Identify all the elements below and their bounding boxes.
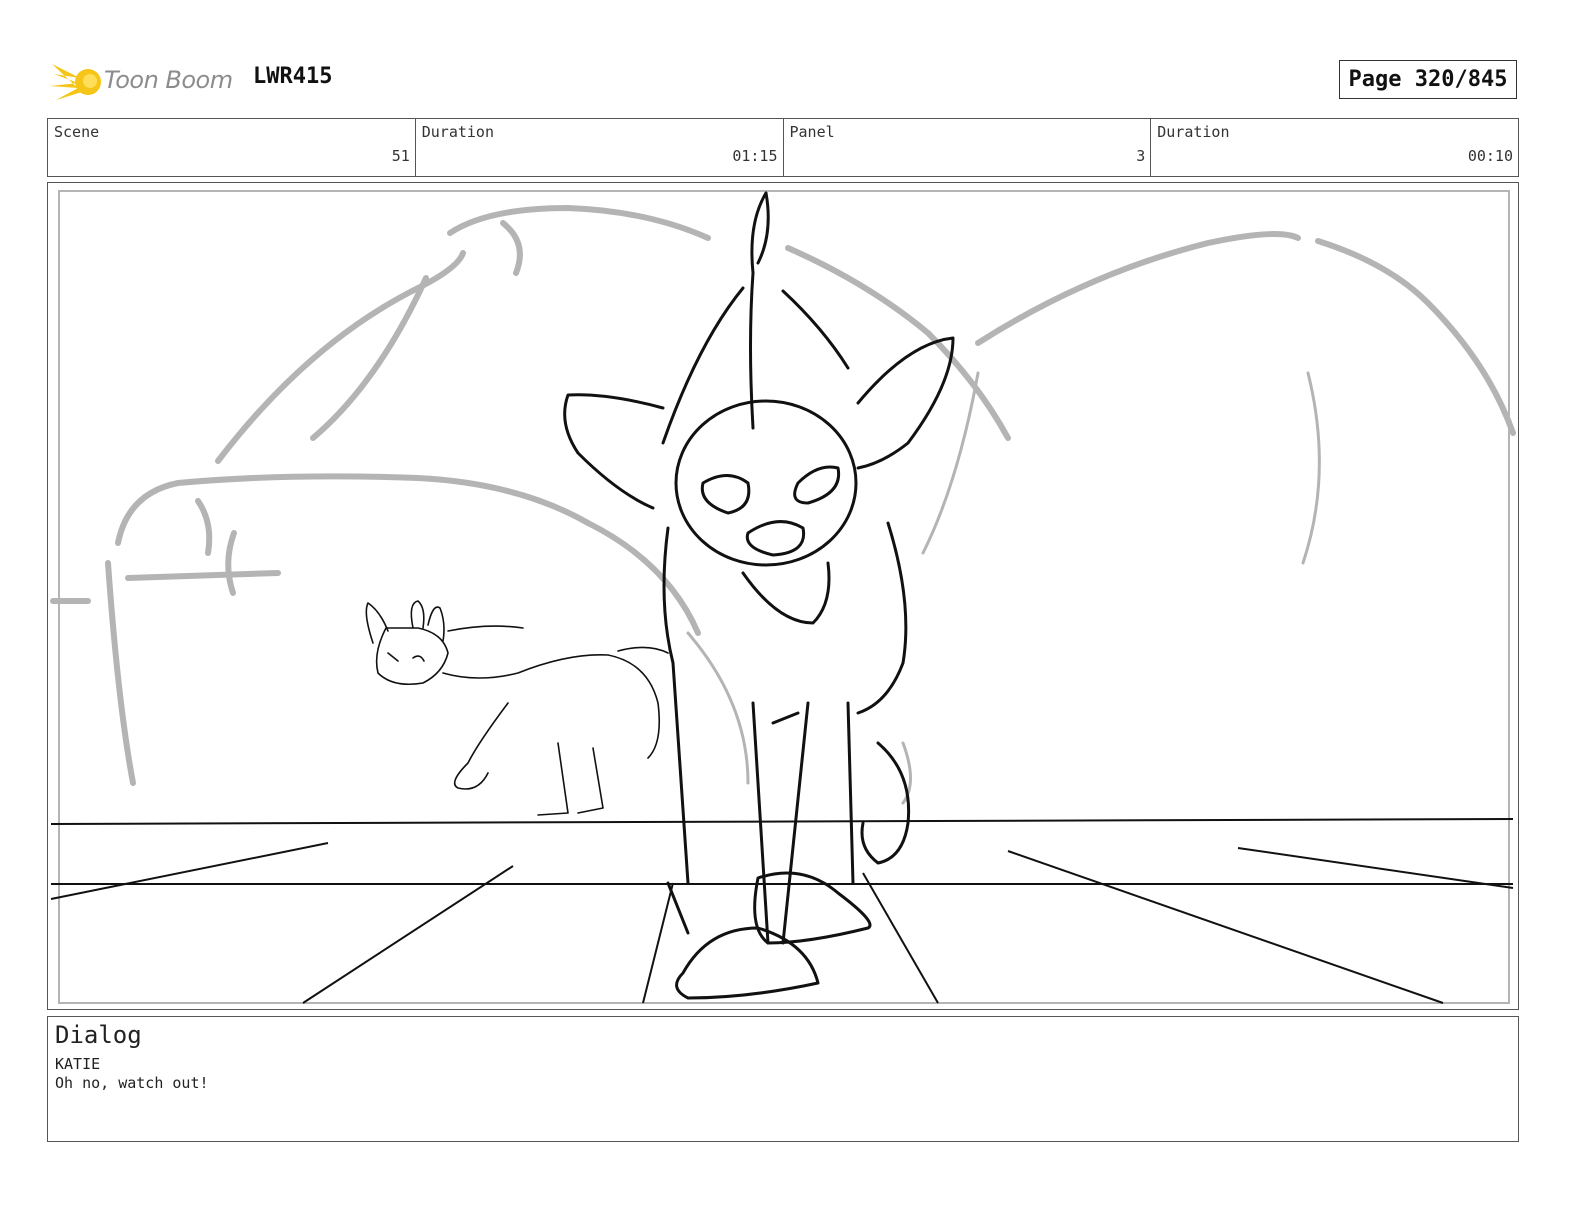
scene-info-row: Scene 51 Duration 01:15 Panel 3 Duration…: [47, 118, 1519, 177]
panel-sketch-image: [50, 190, 1516, 1004]
dialog-section: Dialog KATIE Oh no, watch out!: [47, 1016, 1519, 1142]
panel-value: 3: [1136, 147, 1146, 165]
storyboard-panel: [47, 182, 1519, 1010]
logo-text: Toon Boom: [104, 66, 233, 94]
panel-label: Panel: [789, 123, 835, 141]
dialog-line: Oh no, watch out!: [55, 1074, 209, 1092]
comet-logo-icon: [50, 64, 101, 100]
scene-cell: Scene 51: [48, 119, 416, 176]
scene-duration-value: 01:15: [732, 147, 778, 165]
dialog-title: Dialog: [55, 1021, 142, 1049]
project-id: LWR415: [253, 64, 333, 89]
panel-duration-value: 00:10: [1467, 147, 1513, 165]
toon-boom-logo: Toon Boom: [50, 56, 240, 106]
scene-value: 51: [391, 147, 410, 165]
panel-duration-cell: Duration 00:10: [1151, 119, 1518, 176]
scene-duration-label: Duration: [421, 123, 494, 141]
scene-label: Scene: [54, 123, 100, 141]
panel-duration-label: Duration: [1157, 123, 1230, 141]
page-counter: Page 320/845: [1339, 60, 1517, 99]
panel-cell: Panel 3: [784, 119, 1152, 176]
dialog-speaker: KATIE: [55, 1055, 101, 1073]
scene-duration-cell: Duration 01:15: [416, 119, 784, 176]
